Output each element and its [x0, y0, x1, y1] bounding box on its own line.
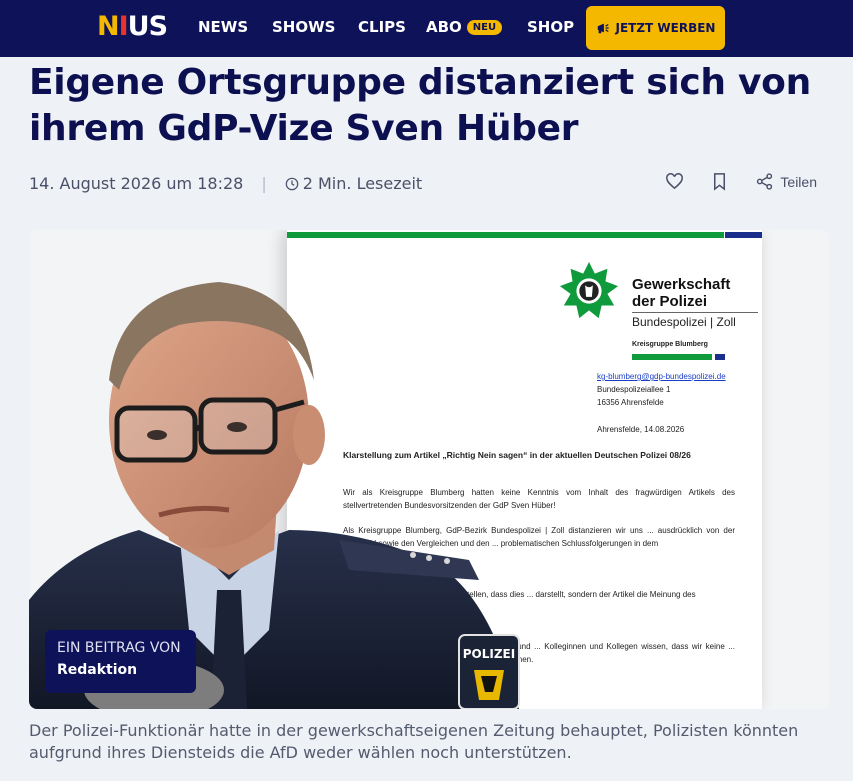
share-button[interactable]: Teilen: [755, 172, 817, 191]
letter-blue-bar: [725, 232, 762, 238]
nav-shows[interactable]: SHOWS: [272, 18, 335, 36]
letter-email: kg-blumberg@gdp-bundespolizei.de: [597, 372, 726, 381]
kreisgruppe-green-bar: [632, 354, 712, 360]
reading-time: 2 Min. Lesezeit: [285, 174, 422, 193]
clock-icon: [285, 177, 299, 190]
kreisgruppe-label: Kreisgruppe Blumberg: [632, 341, 708, 348]
article-headline: Eigene Ortsgruppe distanziert sich von i…: [29, 62, 811, 149]
article-meta: 14. August 2026 um 18:28 | 2 Min. Leseze…: [29, 174, 422, 193]
new-badge: NEU: [466, 20, 503, 35]
nav-clips[interactable]: CLIPS: [358, 18, 406, 36]
article-actions: Teilen: [665, 172, 817, 191]
org-line-3: Bundespolizei | Zoll: [632, 312, 758, 329]
share-icon: [757, 173, 773, 190]
letter-date: Ahrensfelde, 14.08.2026: [597, 425, 685, 434]
nius-logo[interactable]: NIUS: [97, 11, 168, 42]
author-name: Redaktion: [57, 662, 138, 678]
heart-icon: [666, 173, 684, 190]
share-label: Teilen: [780, 173, 817, 190]
gdp-star-emblem: [559, 261, 619, 319]
author-byline[interactable]: EIN BEITRAG VON Redaktion: [45, 630, 196, 693]
megaphone-icon: [597, 23, 609, 34]
nav-news[interactable]: NEWS: [198, 18, 248, 36]
org-line-1: Gewerkschaft: [632, 276, 731, 293]
letter-address: kg-blumberg@gdp-bundespolizei.de Bundesp…: [597, 370, 726, 409]
gdp-org-name: Gewerkschaft der Polizei: [632, 276, 730, 310]
nav-abo[interactable]: ABO NEU: [426, 18, 503, 36]
bookmark-icon: [714, 173, 726, 191]
nav-shop[interactable]: SHOP: [527, 18, 574, 36]
kreisgruppe-blue-bar: [715, 354, 725, 360]
byline-label: EIN BEITRAG VON: [57, 640, 181, 656]
jetzt-werben-button[interactable]: JETZT WERBEN: [586, 6, 725, 50]
like-button[interactable]: [665, 172, 684, 191]
letter-city: 16356 Ahrensfelde: [597, 398, 664, 407]
publish-date: 14. August 2026 um 18:28: [29, 174, 244, 193]
bookmark-button[interactable]: [710, 172, 729, 191]
polizei-patch-text: POLIZEI: [463, 647, 515, 661]
cta-label: JETZT WERBEN: [615, 21, 716, 35]
org-line-2: der Polizei: [632, 293, 708, 310]
image-caption: Der Polizei-Funktionär hatte in der gewe…: [29, 721, 799, 762]
reading-time-label: 2 Min. Lesezeit: [302, 174, 423, 193]
meta-divider: |: [261, 174, 267, 193]
letter-street: Bundespolizeiallee 1: [597, 385, 671, 394]
top-navigation: NIUS NEWS SHOWS CLIPS ABO NEU SHOP JETZT …: [0, 0, 853, 57]
nav-abo-label: ABO: [426, 18, 462, 36]
